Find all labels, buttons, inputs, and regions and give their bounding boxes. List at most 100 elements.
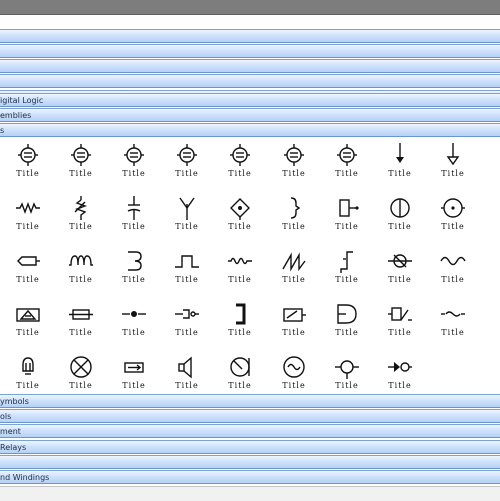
symbol-caption: Title <box>175 169 199 178</box>
symbol-tile[interactable]: Title <box>271 249 317 295</box>
symbol-tile[interactable]: Title <box>377 302 423 348</box>
category-label: nd Windings <box>0 473 50 482</box>
coil-icon <box>128 251 142 271</box>
speaker-icon <box>178 356 192 379</box>
cross-circle-icon <box>70 356 92 378</box>
symbol-caption: Title <box>441 169 465 178</box>
symbol-caption: Title <box>441 275 465 284</box>
symbol-tile[interactable]: Title <box>430 249 476 295</box>
category-assemblies[interactable]: emblies <box>0 108 500 122</box>
wave-icon <box>228 257 252 265</box>
pulse-icon <box>175 255 199 268</box>
category-tools[interactable]: ols <box>0 409 500 423</box>
sine-icon <box>440 256 466 266</box>
category-expanded[interactable]: s <box>0 123 500 137</box>
symbol-caption: Title <box>69 275 93 284</box>
category-band[interactable] <box>0 59 500 73</box>
category-band[interactable] <box>0 74 500 88</box>
symbol-tile[interactable]: Title <box>271 143 317 189</box>
symbol-tile[interactable]: Title <box>324 143 370 189</box>
symbol-tile[interactable]: Title <box>324 302 370 348</box>
symbol-caption: Title <box>16 169 40 178</box>
symbol-caption: Title <box>388 275 412 284</box>
and-gate-icon <box>337 304 357 324</box>
electron-tube-icon <box>18 144 38 166</box>
electron-tube-icon <box>284 144 304 166</box>
symbol-caption: Title <box>282 169 306 178</box>
category-band[interactable] <box>0 455 500 469</box>
category-band[interactable] <box>0 44 500 58</box>
symbol-tile[interactable]: Title <box>58 143 104 189</box>
symbol-tile[interactable]: Title <box>430 143 476 189</box>
symbol-tile[interactable]: Title <box>5 302 51 348</box>
category-windings[interactable]: nd Windings <box>0 470 500 484</box>
symbol-caption: Title <box>122 328 146 337</box>
box-terminal-icon <box>339 199 359 217</box>
symbol-caption: Title <box>228 222 252 231</box>
symbol-caption: Title <box>69 381 93 390</box>
symbol-tile[interactable]: Title <box>164 196 210 242</box>
symbol-tile[interactable]: Title <box>377 196 423 242</box>
symbol-tile[interactable]: Title <box>5 249 51 295</box>
symbol-tile[interactable]: Title <box>164 143 210 189</box>
symbol-tile[interactable]: Title <box>217 143 263 189</box>
symbol-caption: Title <box>388 328 412 337</box>
symbol-tile[interactable]: Title <box>164 249 210 295</box>
diamond-node-icon <box>230 198 250 220</box>
symbol-tile[interactable]: Title <box>377 249 423 295</box>
electron-tube-icon <box>124 144 144 166</box>
symbol-caption: Title <box>388 381 412 390</box>
sawtooth-icon <box>282 252 306 272</box>
category-label: Relays <box>0 443 27 452</box>
category-digital-logic[interactable]: igital Logic <box>0 93 500 107</box>
circle-dot-icon <box>441 198 465 218</box>
symbol-tile[interactable]: Title <box>271 196 317 242</box>
ac-source-icon <box>283 356 305 378</box>
box-fuse-icon <box>69 309 93 320</box>
category-band[interactable] <box>0 29 500 43</box>
symbol-tile[interactable]: Title <box>111 302 157 348</box>
symbol-tile[interactable]: Title <box>5 143 51 189</box>
category-relays[interactable]: Relays <box>0 440 500 454</box>
symbol-tile[interactable]: Title <box>111 249 157 295</box>
symbol-tile[interactable]: Title <box>324 196 370 242</box>
triangle-box-icon <box>16 308 40 322</box>
symbol-tile[interactable]: Title <box>58 196 104 242</box>
antenna-icon <box>179 197 195 220</box>
symbol-caption: Title <box>335 222 359 231</box>
symbol-tile[interactable]: Title <box>111 196 157 242</box>
symbol-tile[interactable]: Title <box>164 302 210 348</box>
category-equipment[interactable]: ment <box>0 424 500 438</box>
symbol-tile[interactable]: Title <box>217 196 263 242</box>
symbol-tile[interactable]: Title <box>111 143 157 189</box>
category-label: emblies <box>0 111 32 120</box>
symbol-caption: Title <box>228 381 252 390</box>
symbol-caption: Title <box>122 381 146 390</box>
category-label: s <box>0 126 5 135</box>
electron-tube-icon <box>177 144 197 166</box>
symbol-tile[interactable]: Title <box>217 249 263 295</box>
symbol-caption: Title <box>122 222 146 231</box>
symbol-caption: Title <box>69 328 93 337</box>
variable-resistor-icon <box>74 196 87 220</box>
contact-icon <box>122 311 146 317</box>
symbol-tile[interactable]: Title <box>58 302 104 348</box>
symbol-caption: Title <box>388 169 412 178</box>
symbol-tile[interactable]: Title <box>430 196 476 242</box>
symbol-tile[interactable]: Title <box>377 143 423 189</box>
symbol-caption: Title <box>69 222 93 231</box>
symbol-caption: Title <box>16 381 40 390</box>
symbol-tile[interactable]: Title <box>271 302 317 348</box>
capacitor-icon <box>127 196 141 220</box>
symbol-caption: Title <box>335 275 359 284</box>
electron-tube-icon <box>337 144 357 166</box>
symbol-tile[interactable]: Title <box>324 249 370 295</box>
meter-icon <box>230 357 250 377</box>
symbol-tile[interactable]: Title <box>58 249 104 295</box>
category-symbols[interactable]: ymbols <box>0 394 500 408</box>
symbol-caption: Title <box>16 222 40 231</box>
symbol-tile[interactable]: Title <box>217 302 263 348</box>
symbol-tile[interactable]: Title <box>430 302 476 348</box>
box-arrow-icon <box>124 362 144 373</box>
symbol-tile[interactable]: Title <box>5 196 51 242</box>
